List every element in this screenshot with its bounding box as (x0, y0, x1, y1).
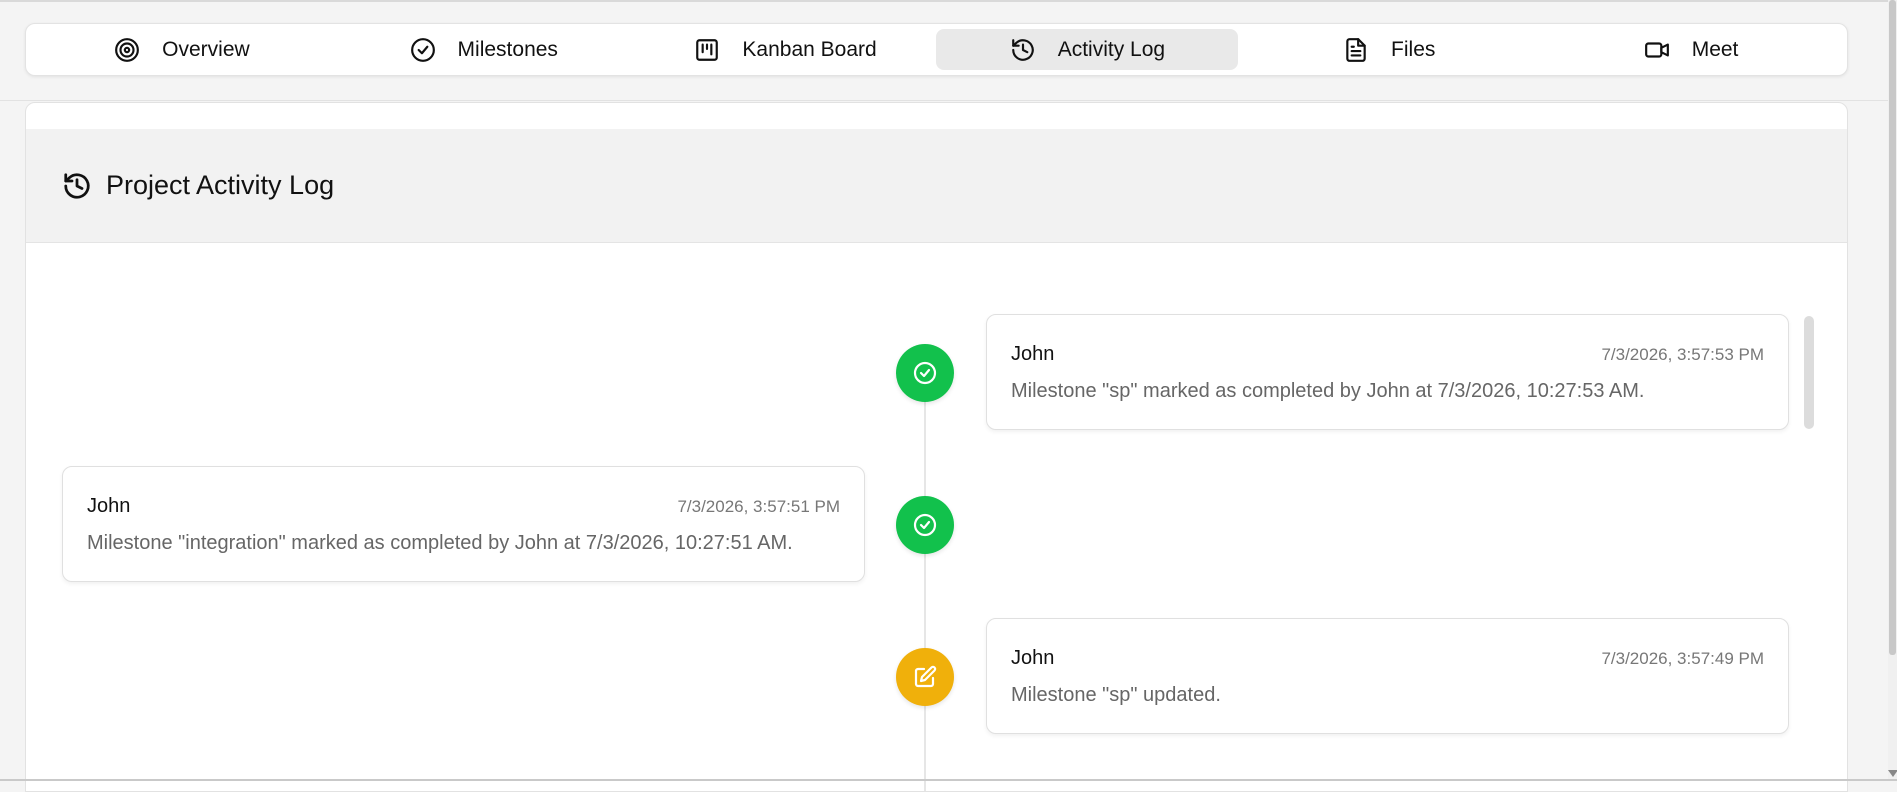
check-circle-icon (913, 513, 937, 537)
activity-entry: John 7/3/2026, 3:57:51 PM Milestone "int… (62, 466, 865, 582)
history-icon (1011, 38, 1034, 61)
tab-bar: Overview Milestones Kanban Board Activit… (25, 23, 1848, 76)
divider (0, 100, 1897, 101)
edit-icon (914, 665, 937, 688)
tab-files[interactable]: Files (1238, 29, 1540, 70)
tab-label: Files (1391, 37, 1436, 61)
scroll-down-arrow-icon[interactable] (1888, 770, 1897, 777)
target-icon (115, 37, 140, 62)
activity-user: John (87, 495, 131, 517)
tab-milestones[interactable]: Milestones (333, 29, 635, 70)
activity-entry: John 7/3/2026, 3:57:53 PM Milestone "sp"… (986, 314, 1789, 430)
top-border (0, 0, 1897, 2)
timeline-dot-completed (896, 496, 954, 554)
timeline-dot-completed (896, 344, 954, 402)
tab-overview[interactable]: Overview (31, 29, 333, 70)
activity-message: Milestone "integration" marked as comple… (87, 532, 793, 554)
timeline-scrollbar[interactable] (1804, 316, 1814, 429)
activity-entry: John 7/3/2026, 3:57:49 PM Milestone "sp"… (986, 618, 1789, 734)
tab-label: Milestones (457, 37, 558, 61)
check-circle-icon (410, 37, 435, 62)
history-icon (64, 172, 90, 199)
scrollbar-thumb[interactable] (1889, 0, 1896, 655)
tab-label: Kanban Board (742, 37, 877, 61)
tab-label: Overview (162, 37, 250, 61)
tab-label: Activity Log (1057, 37, 1166, 61)
window-scrollbar[interactable] (1888, 0, 1897, 781)
activity-message: Milestone "sp" updated. (1011, 684, 1221, 706)
activity-log-card: Project Activity Log John 7/3/2026, 3:57… (25, 102, 1848, 792)
tab-meet[interactable]: Meet (1540, 29, 1842, 70)
check-circle-icon (913, 361, 937, 385)
activity-message: Milestone "sp" marked as completed by Jo… (1011, 380, 1645, 402)
activity-timestamp: 7/3/2026, 3:57:49 PM (1601, 649, 1764, 668)
page-title: Project Activity Log (106, 170, 335, 200)
tab-label: Meet (1691, 37, 1739, 61)
timeline-line (924, 371, 926, 791)
card-header: Project Activity Log (26, 129, 1847, 243)
activity-timestamp: 7/3/2026, 3:57:53 PM (1601, 345, 1764, 364)
activity-user: John (1011, 647, 1055, 669)
activity-user: John (1011, 343, 1055, 365)
timeline-dot-updated (896, 648, 954, 706)
activity-timestamp: 7/3/2026, 3:57:51 PM (677, 497, 840, 516)
tab-activity-log[interactable]: Activity Log (936, 29, 1239, 70)
file-text-icon (1346, 37, 1366, 62)
tab-kanban-board[interactable]: Kanban Board (635, 29, 937, 70)
video-icon (1644, 41, 1669, 58)
kanban-icon (696, 38, 719, 61)
